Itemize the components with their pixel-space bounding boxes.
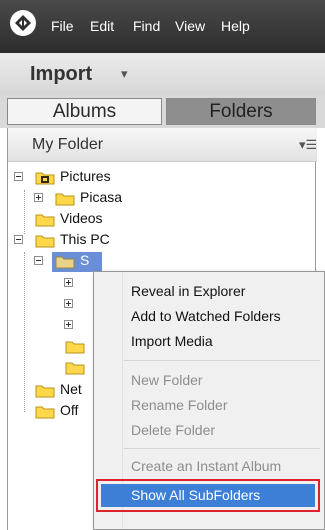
- menu-item-rename-folder[interactable]: Rename Folder: [131, 397, 228, 413]
- expand-icon[interactable]: [64, 299, 73, 308]
- tree-label: Videos: [60, 210, 103, 226]
- menu-item-show-all-subfolders[interactable]: Show All SubFolders: [131, 487, 260, 503]
- tree-item-network[interactable]: Net: [8, 381, 98, 401]
- collapse-icon[interactable]: [14, 172, 23, 181]
- tree-item-this-pc[interactable]: This PC: [8, 231, 308, 251]
- pictures-folder-icon: [35, 172, 55, 185]
- menu-find[interactable]: Find: [133, 18, 160, 35]
- folder-icon: [55, 256, 75, 269]
- tree-label: Picasa: [80, 189, 123, 205]
- context-menu: Reveal in Explorer Add to Watched Folder…: [93, 271, 325, 530]
- expand-icon[interactable]: [64, 320, 73, 329]
- panel-menu-icon[interactable]: ▾☰: [299, 137, 317, 153]
- folder-icon: [55, 193, 75, 206]
- menu-separator: [124, 448, 320, 449]
- folder-icon: [65, 341, 85, 354]
- view-tabs: Albums Folders: [0, 95, 325, 128]
- expand-icon[interactable]: [34, 193, 43, 202]
- menu-item-import-media[interactable]: Import Media: [131, 333, 213, 349]
- chevron-down-icon[interactable]: ▾: [121, 66, 128, 82]
- tree-item-selected[interactable]: S: [8, 252, 308, 272]
- tree-item-child[interactable]: [8, 358, 98, 378]
- menu-item-new-folder[interactable]: New Folder: [131, 372, 203, 388]
- tree-label: S: [80, 252, 90, 268]
- tree-item-child[interactable]: [8, 337, 98, 357]
- folder-icon: [35, 235, 55, 248]
- tree-label: This PC: [60, 231, 110, 247]
- folder-icon: [35, 214, 55, 227]
- tree-label: Net: [60, 381, 82, 397]
- menu-item-add-to-watched-folders[interactable]: Add to Watched Folders: [131, 308, 281, 324]
- panel-header: My Folder ▾☰: [8, 128, 317, 162]
- menu-help[interactable]: Help: [221, 18, 250, 35]
- tree-item-child[interactable]: [8, 274, 98, 294]
- menu-view[interactable]: View: [175, 18, 205, 35]
- collapse-icon[interactable]: [14, 235, 23, 244]
- tree-item-offline[interactable]: Off: [8, 402, 98, 422]
- folder-icon: [35, 385, 55, 398]
- menu-edit[interactable]: Edit: [90, 18, 114, 35]
- menu-item-delete-folder[interactable]: Delete Folder: [131, 422, 215, 438]
- tree-item-picasa[interactable]: Picasa: [8, 189, 308, 209]
- tree-item-videos[interactable]: Videos: [8, 210, 308, 230]
- tree-item-child[interactable]: [8, 295, 98, 315]
- tree-item-child[interactable]: [8, 316, 98, 336]
- import-bar: Import ▾: [0, 53, 325, 96]
- menu-bar: File Edit Find View Help: [0, 0, 325, 53]
- menu-separator: [124, 360, 320, 361]
- menu-item-reveal-in-explorer[interactable]: Reveal in Explorer: [131, 283, 245, 299]
- collapse-icon[interactable]: [34, 256, 43, 265]
- folder-icon: [65, 362, 85, 375]
- menu-item-create-instant-album[interactable]: Create an Instant Album: [131, 458, 281, 474]
- tab-folders[interactable]: Folders: [166, 98, 316, 125]
- panel-title: My Folder: [32, 136, 104, 153]
- app-logo-icon[interactable]: [10, 10, 36, 36]
- expand-icon[interactable]: [64, 278, 73, 287]
- import-button[interactable]: Import: [30, 63, 92, 86]
- tree-item-pictures[interactable]: Pictures: [8, 168, 308, 188]
- menu-file[interactable]: File: [51, 18, 74, 35]
- tree-label: Off: [60, 402, 79, 418]
- tab-albums[interactable]: Albums: [7, 98, 162, 125]
- folder-icon: [35, 406, 55, 419]
- tree-label: Pictures: [60, 168, 111, 184]
